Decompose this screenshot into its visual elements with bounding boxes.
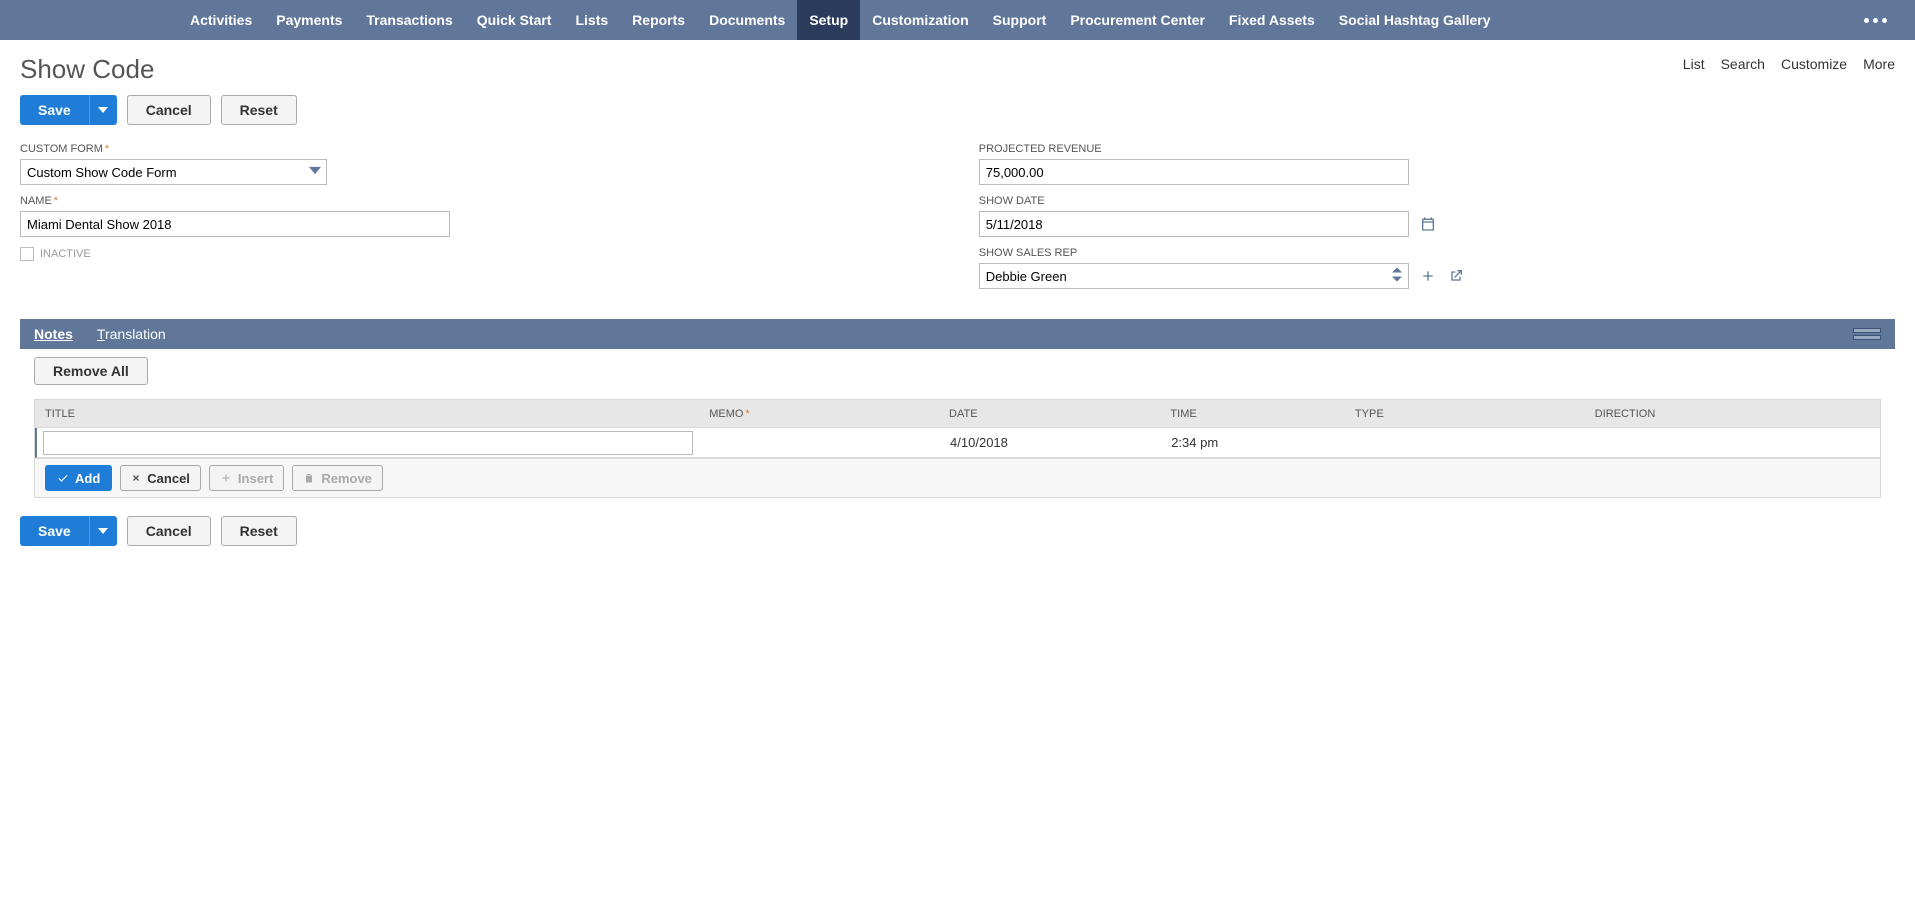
col-type: TYPE [1345,408,1585,420]
label-inactive: INACTIVE [40,248,91,260]
cell-title [37,429,700,457]
subtab-translation[interactable]: Translation [97,326,166,342]
action-row-top: Save Cancel Reset [20,95,1895,125]
col-direction: DIRECTION [1585,408,1880,420]
col-title: TITLE [35,408,699,420]
calendar-icon[interactable] [1419,215,1437,233]
field-show-sales-rep: SHOW SALES REP [979,247,1898,289]
required-mark: * [105,143,109,155]
notes-grid: TITLE MEMO* DATE TIME TYPE DIRECTION 4/1… [34,399,1881,459]
cell-time[interactable]: 2:34 pm [1161,435,1345,450]
label-custom-form: CUSTOM FORM* [20,143,939,155]
col-time: TIME [1160,408,1345,420]
show-sales-rep-select[interactable] [979,263,1409,289]
custom-form-input[interactable] [20,159,327,185]
label-show-date: SHOW DATE [979,195,1898,207]
reset-button-bottom[interactable]: Reset [221,516,297,546]
save-dropdown-caret[interactable] [89,95,117,125]
custom-form-select[interactable] [20,159,327,185]
form-right-column: PROJECTED REVENUE SHOW DATE SHOW SALES R… [979,143,1898,299]
required-mark: * [745,408,749,420]
nav-support[interactable]: Support [981,0,1059,40]
save-dropdown-caret-bottom[interactable] [89,516,117,546]
field-show-date: SHOW DATE [979,195,1898,237]
nav-activities[interactable]: Activities [178,0,264,40]
inactive-checkbox[interactable] [20,247,34,261]
top-nav-overflow-icon[interactable] [1855,18,1895,23]
nav-documents[interactable]: Documents [697,0,797,40]
save-split-button-bottom[interactable]: Save [20,516,117,546]
nav-lists[interactable]: Lists [563,0,620,40]
field-name: NAME* [20,195,939,237]
page-links: List Search Customize More [1683,56,1895,72]
open-in-new-icon[interactable] [1447,267,1465,285]
form-left-column: CUSTOM FORM* NAME* INACTIVE [20,143,939,299]
top-nav: ActivitiesPaymentsTransactionsQuick Star… [0,0,1915,40]
grid-row[interactable]: 4/10/2018 2:34 pm [35,428,1880,458]
page-link-customize[interactable]: Customize [1781,56,1847,72]
add-button[interactable]: Add [45,465,112,491]
page-link-more[interactable]: More [1863,56,1895,72]
notes-tab-body: Remove All [20,349,1895,385]
nav-quick-start[interactable]: Quick Start [465,0,564,40]
title-input[interactable] [43,431,693,455]
field-projected-revenue: PROJECTED REVENUE [979,143,1898,185]
cell-date[interactable]: 4/10/2018 [940,435,1161,450]
insert-button[interactable]: Insert [209,465,284,491]
plus-icon[interactable] [1419,267,1437,285]
nav-payments[interactable]: Payments [264,0,354,40]
nav-transactions[interactable]: Transactions [354,0,464,40]
nav-social-hashtag-gallery[interactable]: Social Hashtag Gallery [1327,0,1503,40]
remove-button[interactable]: Remove [292,465,383,491]
show-date-input[interactable] [979,211,1409,237]
nav-customization[interactable]: Customization [860,0,980,40]
remove-all-button[interactable]: Remove All [34,357,148,385]
save-button-bottom[interactable]: Save [20,516,89,546]
nav-setup[interactable]: Setup [797,0,860,40]
required-mark: * [54,195,58,207]
subtab-notes[interactable]: Notes [34,326,73,342]
grid-actions: Add Cancel Insert Remove [34,459,1881,498]
page-title: Show Code [20,54,154,85]
nav-procurement-center[interactable]: Procurement Center [1058,0,1217,40]
save-button[interactable]: Save [20,95,89,125]
field-inactive: INACTIVE [20,247,939,261]
top-nav-icons [40,11,150,29]
label-name: NAME* [20,195,939,207]
reset-button[interactable]: Reset [221,95,297,125]
projected-revenue-input[interactable] [979,159,1409,185]
subtab-bar: Notes Translation [20,319,1895,349]
page-link-search[interactable]: Search [1721,56,1765,72]
label-projected-revenue: PROJECTED REVENUE [979,143,1898,155]
home-icon[interactable] [132,11,150,29]
history-icon[interactable] [40,11,58,29]
name-input[interactable] [20,211,450,237]
action-row-bottom: Save Cancel Reset [20,516,1895,546]
save-split-button[interactable]: Save [20,95,117,125]
row-cancel-button[interactable]: Cancel [120,465,201,491]
col-date: DATE [939,408,1160,420]
grid-header: TITLE MEMO* DATE TIME TYPE DIRECTION [35,400,1880,428]
layout-toggle-icon[interactable] [1853,323,1881,345]
cancel-button[interactable]: Cancel [127,95,211,125]
top-nav-items: ActivitiesPaymentsTransactionsQuick Star… [178,0,1503,40]
label-show-sales-rep: SHOW SALES REP [979,247,1898,259]
show-sales-rep-input[interactable] [979,263,1409,289]
nav-reports[interactable]: Reports [620,0,697,40]
col-memo: MEMO* [699,408,939,420]
field-custom-form: CUSTOM FORM* [20,143,939,185]
form-area: CUSTOM FORM* NAME* INACTIVE [20,143,1895,299]
nav-fixed-assets[interactable]: Fixed Assets [1217,0,1327,40]
page-link-list[interactable]: List [1683,56,1705,72]
star-icon[interactable] [86,11,104,29]
cancel-button-bottom[interactable]: Cancel [127,516,211,546]
